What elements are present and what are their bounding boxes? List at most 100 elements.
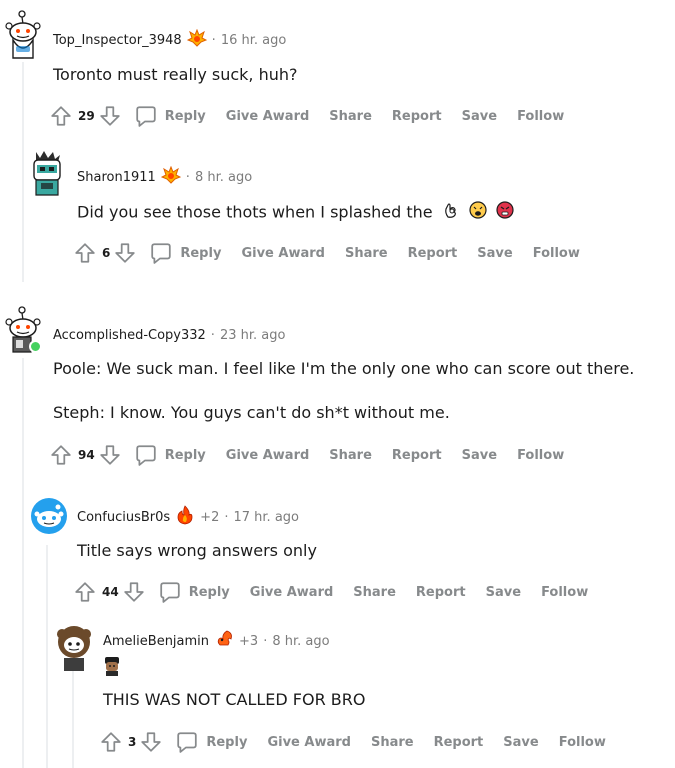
- upvote-icon[interactable]: [100, 730, 122, 754]
- award-count[interactable]: +2: [200, 510, 219, 525]
- comment-actions: 29 Reply Give Award Share Report Save Fo…: [50, 104, 564, 128]
- give-award-button[interactable]: Give Award: [226, 448, 310, 463]
- thread-line[interactable]: [22, 62, 24, 282]
- share-button[interactable]: Share: [353, 585, 396, 600]
- downvote-icon[interactable]: [123, 580, 145, 604]
- reply-label[interactable]: Reply: [206, 735, 247, 750]
- report-button[interactable]: Report: [416, 585, 466, 600]
- comment-actions: 44 Reply Give Award Share Report Save Fo…: [74, 580, 588, 604]
- comment-author[interactable]: ConfuciusBr0s: [77, 510, 170, 525]
- comment-actions: 3 Reply Give Award Share Report Save Fol…: [100, 730, 606, 754]
- comment-bubble-icon: [177, 732, 198, 753]
- avatar[interactable]: [28, 150, 66, 196]
- online-status-dot: [29, 340, 42, 353]
- vote-score: 94: [78, 448, 95, 462]
- comment-body-paragraph: Poole: We suck man. I feel like I'm the …: [53, 359, 635, 378]
- ok-hand-emoji-icon: [442, 201, 460, 225]
- reply-button[interactable]: Reply: [159, 581, 230, 603]
- comment-body-paragraph: Steph: I know. You guys can't do sh*t wi…: [53, 403, 450, 422]
- report-button[interactable]: Report: [434, 735, 484, 750]
- give-award-button[interactable]: Give Award: [267, 735, 351, 750]
- upvote-icon[interactable]: [74, 580, 96, 604]
- comment-body-text: Did you see those thots when I splashed …: [77, 202, 433, 222]
- comment-author[interactable]: Top_Inspector_3948: [53, 33, 182, 48]
- fire-award-icon[interactable]: [175, 505, 195, 529]
- squirrel-award-icon[interactable]: [214, 629, 234, 653]
- thread-line[interactable]: [22, 358, 24, 768]
- vote-score: 29: [78, 109, 95, 123]
- reply-button[interactable]: Reply: [150, 242, 221, 264]
- report-button[interactable]: Report: [392, 448, 442, 463]
- save-button[interactable]: Save: [462, 448, 497, 463]
- comment-actions: 6 Reply Give Award Share Report Save Fol…: [74, 241, 580, 265]
- save-button[interactable]: Save: [462, 109, 497, 124]
- comment-timestamp[interactable]: 23 hr. ago: [220, 328, 286, 343]
- vote-score: 3: [128, 735, 137, 749]
- award-count[interactable]: +3: [239, 634, 258, 649]
- flame-award-icon[interactable]: [160, 165, 182, 188]
- separator-dot: ·: [263, 633, 268, 649]
- snoo-avatar-icon: [57, 626, 91, 671]
- comment-author[interactable]: Sharon1911: [77, 170, 156, 185]
- snoo-avatar-icon: [31, 498, 67, 534]
- save-button[interactable]: Save: [477, 246, 512, 261]
- upvote-icon[interactable]: [50, 443, 72, 467]
- flame-award-icon[interactable]: [186, 28, 207, 51]
- avatar[interactable]: [30, 497, 68, 535]
- downvote-icon[interactable]: [99, 104, 121, 128]
- give-award-button[interactable]: Give Award: [250, 585, 334, 600]
- reply-label[interactable]: Reply: [165, 109, 206, 124]
- share-button[interactable]: Share: [345, 246, 388, 261]
- comment-timestamp[interactable]: 8 hr. ago: [195, 170, 252, 185]
- save-button[interactable]: Save: [503, 735, 538, 750]
- avatar[interactable]: [54, 624, 94, 672]
- reply-label[interactable]: Reply: [189, 585, 230, 600]
- reply-label[interactable]: Reply: [180, 246, 221, 261]
- comment-body: Toronto must really suck, huh?: [53, 65, 298, 84]
- angry-face-emoji-icon: [496, 201, 514, 225]
- downvote-icon[interactable]: [114, 241, 136, 265]
- share-button[interactable]: Share: [329, 448, 372, 463]
- follow-button[interactable]: Follow: [517, 448, 564, 463]
- comment-bubble-icon: [160, 582, 180, 603]
- follow-button[interactable]: Follow: [533, 246, 580, 261]
- share-button[interactable]: Share: [329, 109, 372, 124]
- reply-button[interactable]: Reply: [135, 105, 206, 127]
- follow-button[interactable]: Follow: [559, 735, 606, 750]
- report-button[interactable]: Report: [408, 246, 458, 261]
- snoo-avatar-icon: [5, 10, 41, 59]
- comment-actions: 94 Reply Give Award Share Report Save Fo…: [50, 443, 564, 467]
- comment-author[interactable]: AmelieBenjamin: [103, 634, 209, 649]
- upvote-icon[interactable]: [50, 104, 72, 128]
- reply-label[interactable]: Reply: [165, 448, 206, 463]
- report-button[interactable]: Report: [392, 109, 442, 124]
- thread-line[interactable]: [46, 545, 48, 768]
- avatar[interactable]: [4, 10, 42, 60]
- thread-line[interactable]: [72, 670, 74, 768]
- comment-timestamp[interactable]: 17 hr. ago: [233, 510, 299, 525]
- comment-bubble-icon: [136, 445, 156, 466]
- comment-bubble-icon: [136, 106, 156, 127]
- give-award-button[interactable]: Give Award: [226, 109, 310, 124]
- upvote-icon[interactable]: [74, 241, 96, 265]
- downvote-icon[interactable]: [99, 443, 121, 467]
- reply-button[interactable]: Reply: [135, 444, 206, 466]
- comment-author[interactable]: Accomplished-Copy332: [53, 328, 206, 343]
- comment-timestamp[interactable]: 8 hr. ago: [272, 634, 329, 649]
- follow-button[interactable]: Follow: [517, 109, 564, 124]
- snoo-avatar-icon: [33, 151, 61, 196]
- comment-timestamp[interactable]: 16 hr. ago: [221, 33, 287, 48]
- separator-dot: ·: [211, 32, 216, 48]
- avatar[interactable]: [4, 306, 44, 356]
- separator-dot: ·: [210, 327, 215, 343]
- follow-button[interactable]: Follow: [541, 585, 588, 600]
- comment-bubble-icon: [151, 243, 172, 264]
- vote-score: 44: [102, 585, 119, 599]
- save-button[interactable]: Save: [486, 585, 521, 600]
- vote-score: 6: [102, 246, 111, 260]
- downvote-icon[interactable]: [140, 730, 162, 754]
- share-button[interactable]: Share: [371, 735, 414, 750]
- reply-button[interactable]: Reply: [176, 731, 247, 753]
- give-award-button[interactable]: Give Award: [241, 246, 325, 261]
- separator-dot: ·: [224, 509, 229, 525]
